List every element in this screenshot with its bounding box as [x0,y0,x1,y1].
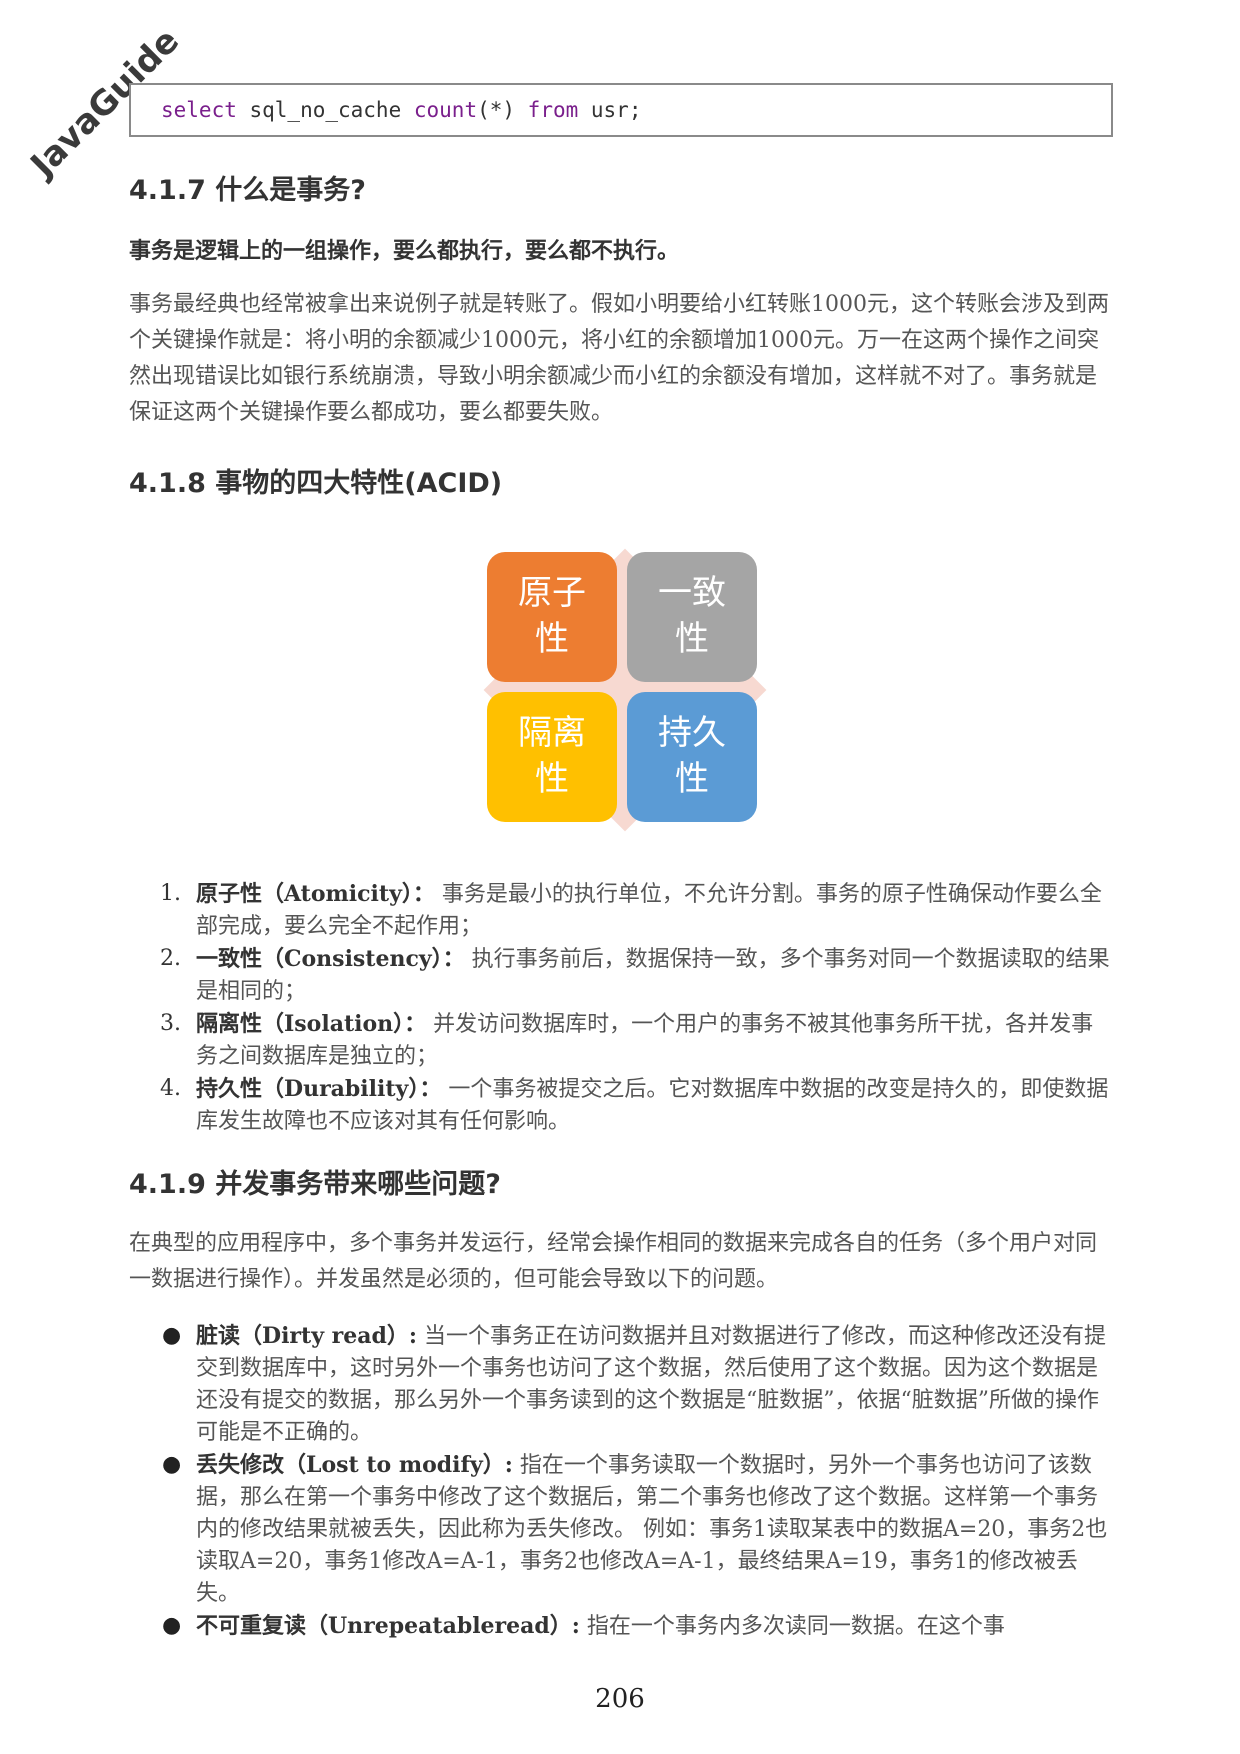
list-item: 4. 持久性（Durability）： 一个事务被提交之后。它对数据库中数据的改变… [160,1073,1115,1138]
paragraph-concurrency: 在典型的应用程序中，多个事务并发运行，经常会操作相同的数据来完成各自的任务（多个… [129,1231,1098,1292]
list-number: 3. [160,1011,181,1036]
list-term: 隔离性（Isolation）： [196,1011,427,1037]
bullet-icon: ● [162,1613,182,1638]
code-text: sql_no_cache [236,98,414,122]
tile-isolation: 隔离性 [487,692,617,822]
list-term: 丢失修改（Lost to modify）: [196,1452,513,1478]
acid-diagram: 原子性 一致性 隔离性 持久性 [455,520,795,860]
bullet-icon: ● [162,1323,182,1348]
list-text: 指在一个事务内多次读同一数据。在这个事 [579,1614,1005,1639]
code-keyword: count [413,98,478,122]
bullet-icon: ● [162,1452,182,1477]
code-keyword: select [161,98,237,122]
section-heading-4-1-7: 4.1.7 什么是事务? [129,175,366,206]
tile-label: 一致 [658,573,726,613]
tile-label: 隔离 [518,713,586,753]
list-item: ● 脏读（Dirty read）: 当一个事务正在访问数据并且对数据进行了修改，而… [160,1320,1115,1449]
tile-label: 原子 [518,573,586,613]
code-keyword: from [527,98,579,122]
list-term: 不可重复读（Unrepeatableread）: [196,1613,580,1639]
acid-list: 1. 原子性（Atomicity）： 事务是最小的执行单位，不允许分割。事务的原子… [160,878,1115,1138]
list-term: 一致性（Consistency）： [196,946,465,972]
tile-durability: 持久性 [627,692,757,822]
list-number: 2. [160,946,181,971]
list-number: 1. [160,881,181,906]
list-item: ● 丢失修改（Lost to modify）: 指在一个事务读取一个数据时，另外一… [160,1449,1115,1610]
tile-label: 持久 [658,713,726,753]
concurrency-problems-list: ● 脏读（Dirty read）: 当一个事务正在访问数据并且对数据进行了修改，而… [160,1320,1115,1643]
list-term: 原子性（Atomicity）： [196,881,435,907]
tile-label: 性 [535,759,569,799]
tile-consistency: 一致性 [627,552,757,682]
list-term: 脏读（Dirty read）: [196,1323,417,1349]
tile-label: 性 [675,619,709,659]
tile-label: 性 [675,759,709,799]
list-item: ● 不可重复读（Unrepeatableread）: 指在一个事务内多次读同一数据… [160,1610,1115,1643]
list-item: 1. 原子性（Atomicity）： 事务是最小的执行单位，不允许分割。事务的原子… [160,878,1115,943]
code-text: usr; [578,98,642,122]
tile-atomicity: 原子性 [487,552,617,682]
list-item: 2. 一致性（Consistency）： 执行事务前后，数据保持一致，多个事务对同… [160,943,1115,1008]
code-text: (*) [477,98,528,122]
section-heading-4-1-8: 4.1.8 事物的四大特性(ACID) [129,468,503,499]
tile-label: 性 [535,619,569,659]
definition-bold: 事务是逻辑上的一组操作，要么都执行，要么都不执行。 [129,238,680,264]
page-number: 206 [595,1684,645,1714]
paragraph-transfer-example: 事务最经典也经常被拿出来说例子就是转账了。假如小明要给小红转账1000元，这个转… [129,292,1109,425]
list-item: 3. 隔离性（Isolation）： 并发访问数据库时，一个用户的事务不被其他事务… [160,1008,1115,1073]
list-term: 持久性（Durability）： [196,1076,442,1102]
section-heading-4-1-9: 4.1.9 并发事务带来哪些问题? [129,1169,501,1200]
list-number: 4. [160,1076,181,1101]
code-block: select sql_no_cache count(*) from usr; [129,83,1113,137]
